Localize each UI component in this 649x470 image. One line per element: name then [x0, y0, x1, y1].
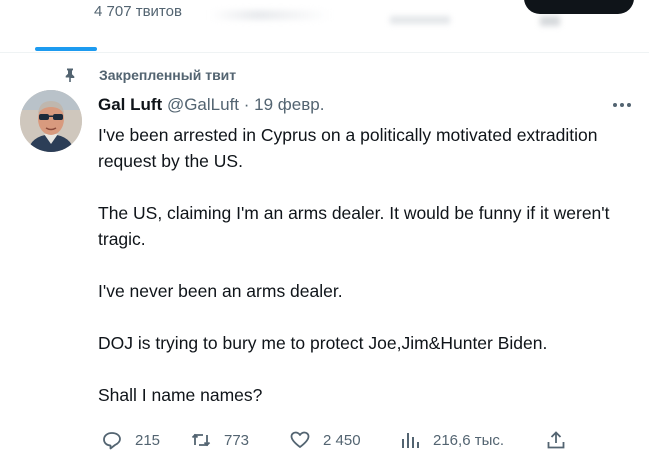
like-button[interactable]: 2 450 — [290, 428, 361, 452]
view-count: 216,6 тыс. — [433, 431, 505, 449]
avatar[interactable] — [20, 90, 82, 152]
author-name[interactable]: Gal Luft — [98, 95, 162, 114]
views-icon — [402, 433, 419, 448]
tweet-paragraph: The US, claiming I'm an arms dealer. It … — [98, 203, 610, 249]
reply-button[interactable]: 215 — [102, 428, 160, 452]
tweet-paragraph: I've been arrested in Cyprus on a politi… — [98, 125, 598, 171]
blurred-tab-label — [210, 10, 330, 20]
pinned-indicator — [62, 65, 78, 85]
tweet-paragraph: Shall I name names? — [98, 385, 263, 405]
pin-icon — [62, 67, 78, 83]
blurred-tab-label — [390, 16, 450, 24]
more-icon[interactable] — [610, 98, 634, 110]
retweet-count: 773 — [224, 431, 250, 449]
tweet-paragraph: DOJ is trying to bury me to protect Joe,… — [98, 333, 548, 353]
tweet-actions: 215 773 2 450 216,6 тыс. — [98, 428, 618, 452]
profile-action-button[interactable] — [524, 0, 634, 14]
tweet-count: 4 707 твитов — [94, 3, 182, 20]
share-icon — [547, 431, 565, 449]
like-count: 2 450 — [323, 431, 361, 449]
views-button[interactable]: 216,6 тыс. — [400, 428, 504, 452]
share-button[interactable] — [546, 428, 579, 452]
author-handle[interactable]: @GalLuft — [167, 95, 239, 114]
profile-header-strip: 4 707 твитов — [0, 0, 649, 52]
tweet-header: Gal Luft @GalLuft · 19 февр. — [98, 95, 324, 115]
pinned-label: Закрепленный твит — [99, 67, 237, 83]
reply-icon — [103, 432, 121, 450]
heart-icon — [290, 431, 310, 448]
tweet-date[interactable]: 19 февр. — [254, 95, 324, 114]
separator-dot: · — [243, 95, 250, 114]
tweet-paragraph: I've never been an arms dealer. — [98, 281, 343, 301]
retweet-button[interactable]: 773 — [191, 428, 249, 452]
tweet-text: I've been arrested in Cyprus on a politi… — [98, 122, 618, 434]
divider — [0, 52, 649, 53]
blurred-tab-label — [540, 16, 560, 26]
retweet-icon — [191, 433, 211, 447]
reply-count: 215 — [135, 431, 161, 449]
active-tab-indicator — [35, 47, 97, 51]
